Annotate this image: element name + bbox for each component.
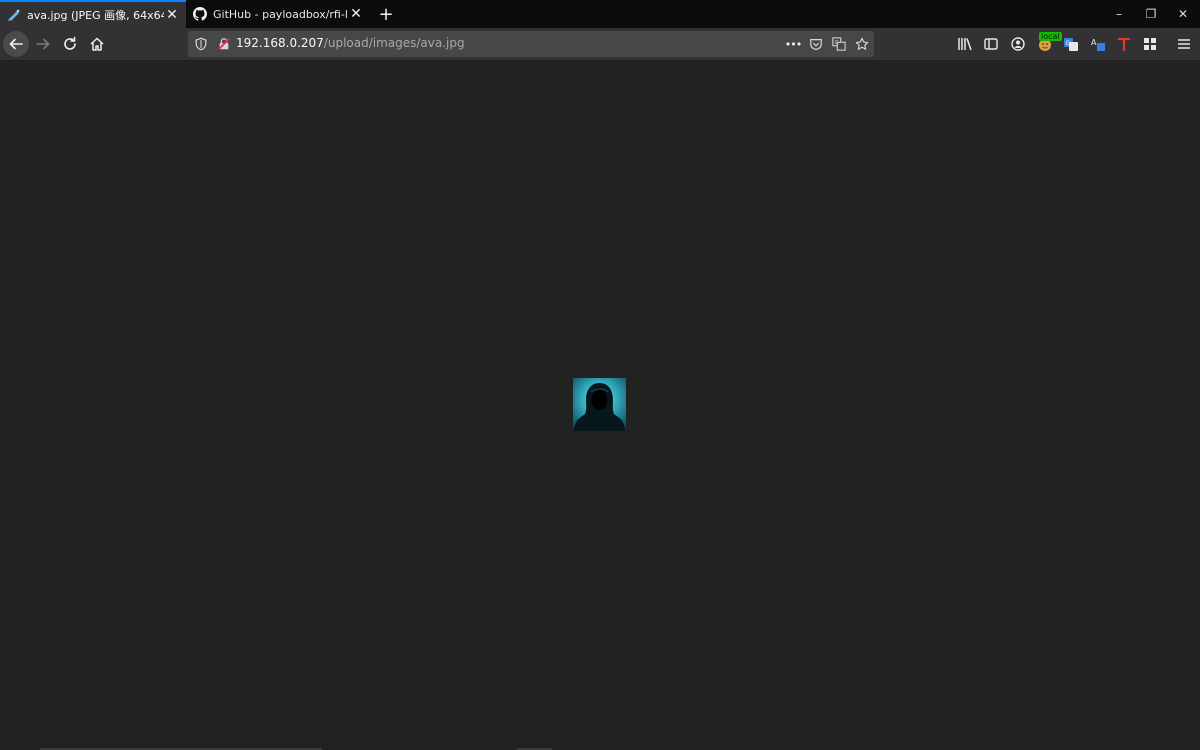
tracking-protection-shield-icon[interactable] <box>192 35 210 53</box>
tab-title: GitHub - payloadbox/rfi-lfi-pay <box>213 7 348 21</box>
forward-button[interactable] <box>30 31 56 57</box>
image-file-icon <box>7 8 21 22</box>
sidebar-toggle-icon[interactable] <box>982 35 1000 53</box>
reload-button[interactable] <box>57 31 83 57</box>
pocket-icon[interactable] <box>807 35 825 53</box>
github-icon <box>193 7 207 21</box>
bookmark-star-icon[interactable] <box>853 35 871 53</box>
page-actions-menu-icon[interactable]: ••• <box>784 35 802 53</box>
forward-arrow-icon <box>36 38 50 50</box>
back-arrow-icon <box>9 38 23 50</box>
svg-text:G: G <box>1066 40 1071 47</box>
url-path: /upload/images/ava.jpg <box>323 36 465 50</box>
extensions-grid-icon[interactable] <box>1141 35 1159 53</box>
close-tab-icon[interactable]: ✕ <box>164 7 180 23</box>
home-icon <box>90 37 104 51</box>
language-extension-icon[interactable]: A <box>1089 35 1107 53</box>
translate-extension-icon[interactable]: G <box>1062 35 1080 53</box>
page-content <box>0 60 1200 750</box>
extension-badge: local <box>1039 32 1062 41</box>
close-tab-icon[interactable]: ✕ <box>348 6 364 22</box>
translate-page-icon[interactable]: G <box>830 35 848 53</box>
hamburger-menu-icon[interactable] <box>1175 35 1193 53</box>
tab-ava-jpg[interactable]: ava.jpg (JPEG 画像, 64x64 px) ✕ <box>0 0 186 28</box>
t-extension-icon[interactable] <box>1115 35 1133 53</box>
url-host: 192.168.0.207 <box>236 36 324 50</box>
hooded-figure-avatar <box>573 378 626 431</box>
ava-image[interactable] <box>573 378 626 431</box>
navigation-toolbar: 192.168.0.207/upload/images/ava.jpg ••• … <box>0 28 1200 60</box>
tab-title: ava.jpg (JPEG 画像, 64x64 px) <box>27 9 164 22</box>
reload-icon <box>64 36 76 50</box>
svg-text:G: G <box>835 40 839 46</box>
tab-github[interactable]: GitHub - payloadbox/rfi-lfi-pay ✕ <box>186 0 370 28</box>
close-window-button[interactable]: ✕ <box>1167 0 1199 28</box>
minimize-button[interactable]: – <box>1103 0 1135 28</box>
back-button[interactable] <box>3 31 29 57</box>
svg-text:A: A <box>1091 38 1097 47</box>
tab-strip: ava.jpg (JPEG 画像, 64x64 px) ✕ GitHub - p… <box>0 0 1200 28</box>
restore-button[interactable]: ❐ <box>1135 0 1167 28</box>
url-bar[interactable]: 192.168.0.207/upload/images/ava.jpg ••• … <box>188 31 874 57</box>
library-icon[interactable] <box>956 35 974 53</box>
home-button[interactable] <box>84 31 110 57</box>
new-tab-button[interactable]: + <box>376 4 396 25</box>
insecure-connection-icon[interactable] <box>215 35 233 53</box>
account-icon[interactable] <box>1009 35 1027 53</box>
url-text: 192.168.0.207/upload/images/ava.jpg <box>236 36 465 50</box>
